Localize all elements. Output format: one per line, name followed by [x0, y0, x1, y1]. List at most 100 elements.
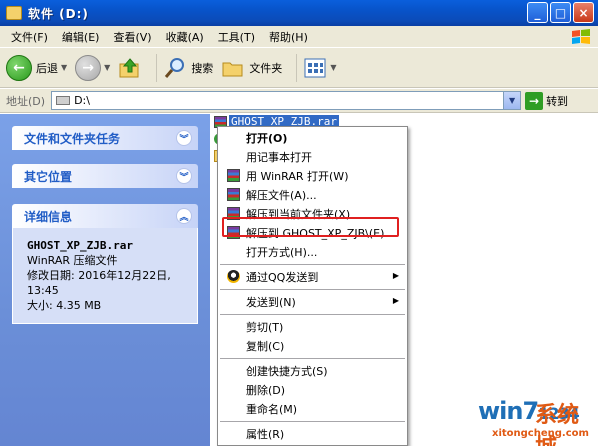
folder-icon: [222, 62, 243, 76]
menu-send-to-label: 发送到(N): [246, 295, 296, 309]
menu-open-winrar-label: 用 WinRAR 打开(W): [246, 169, 349, 183]
menu-help[interactable]: 帮助(H): [262, 29, 315, 45]
chevron-up-icon[interactable]: ︽: [176, 208, 192, 224]
menu-separator: [220, 314, 405, 315]
menu-create-shortcut[interactable]: 创建快捷方式(S): [218, 361, 407, 380]
up-folder-icon: [119, 57, 139, 77]
menu-copy[interactable]: 复制(C): [218, 336, 407, 355]
menu-open-notepad[interactable]: 用记事本打开: [218, 147, 407, 166]
menu-extract-files[interactable]: 解压文件(A)...: [218, 185, 407, 204]
address-value: D:\: [74, 94, 90, 107]
details-modified-time: 13:45: [27, 284, 59, 297]
menu-cut[interactable]: 剪切(T): [218, 317, 407, 336]
menu-rename[interactable]: 重命名(M): [218, 399, 407, 418]
views-dropdown-icon[interactable]: ▼: [330, 63, 336, 72]
menu-open[interactable]: 打开(O): [218, 128, 407, 147]
other-places-panel: 其它位置 ︾: [12, 164, 198, 188]
menu-open-label: 打开(O): [246, 131, 288, 145]
go-arrow-icon: →: [525, 91, 544, 110]
menu-properties-label: 属性(R): [246, 427, 285, 441]
chevron-down-icon[interactable]: ︾: [176, 168, 192, 184]
winrar-icon: [227, 169, 240, 182]
back-label: 后退: [36, 61, 58, 75]
folders-label: 文件夹: [249, 61, 283, 75]
forward-button[interactable]: → ▼: [75, 54, 110, 81]
other-places-title: 其它位置: [24, 169, 73, 184]
menu-favorites[interactable]: 收藏(A): [159, 29, 211, 45]
menu-open-with-label: 打开方式(H)...: [246, 245, 318, 259]
go-button[interactable]: → 转到: [525, 91, 569, 110]
address-input[interactable]: D:\ ▼: [51, 91, 522, 110]
details-modified: 修改日期: 2016年12月22日,: [27, 269, 171, 282]
title-bar[interactable]: 软件 (D:) _ □ ×: [0, 0, 598, 26]
back-dropdown-icon[interactable]: ▼: [61, 63, 67, 72]
minimize-button[interactable]: _: [527, 2, 548, 23]
search-label: 搜索: [191, 61, 214, 75]
menu-send-via-qq-label: 通过QQ发送到: [246, 270, 319, 284]
window-title: 软件 (D:): [28, 6, 89, 21]
menu-edit[interactable]: 编辑(E): [55, 29, 107, 45]
views-grid-icon: [304, 58, 326, 77]
forward-dropdown-icon[interactable]: ▼: [104, 63, 110, 72]
menu-separator: [220, 264, 405, 265]
drive-folder-icon: [6, 6, 22, 20]
details-panel: 详细信息 ︽ GHOST_XP_ZJB.rar WinRAR 压缩文件 修改日期…: [12, 204, 198, 324]
menu-view[interactable]: 查看(V): [106, 29, 158, 45]
details-type: WinRAR 压缩文件: [27, 254, 118, 267]
search-icon: [165, 57, 185, 78]
menu-separator: [220, 289, 405, 290]
details-body: GHOST_XP_ZJB.rar WinRAR 压缩文件 修改日期: 2016年…: [12, 228, 198, 324]
annotation-highlight-box: [222, 217, 399, 237]
other-places-header[interactable]: 其它位置 ︾: [12, 164, 198, 188]
menu-create-shortcut-label: 创建快捷方式(S): [246, 364, 328, 378]
winrar-icon: [227, 188, 240, 201]
forward-arrow-icon: →: [75, 54, 102, 81]
go-label: 转到: [546, 94, 569, 108]
maximize-button[interactable]: □: [550, 2, 571, 23]
menu-properties[interactable]: 属性(R): [218, 424, 407, 443]
drive-icon: [56, 96, 71, 105]
chevron-down-icon[interactable]: ︾: [176, 130, 192, 146]
menu-rename-label: 重命名(M): [246, 402, 298, 416]
up-folder-button[interactable]: [118, 56, 142, 80]
menu-send-to[interactable]: 发送到(N) ▶: [218, 292, 407, 311]
details-filename: GHOST_XP_ZJB.rar: [27, 239, 133, 252]
watermark-url: xitongcheng.com: [492, 428, 589, 439]
menu-delete[interactable]: 删除(D): [218, 380, 407, 399]
file-folder-tasks-header[interactable]: 文件和文件夹任务 ︾: [12, 126, 198, 150]
menu-extract-files-label: 解压文件(A)...: [246, 188, 317, 202]
submenu-arrow-icon: ▶: [392, 271, 399, 280]
address-label: 地址(D): [6, 94, 46, 108]
details-size: 大小: 4.35 MB: [27, 299, 102, 312]
file-folder-tasks-title: 文件和文件夹任务: [24, 131, 121, 146]
folders-button[interactable]: 文件夹: [221, 56, 282, 80]
toolbar-separator: [156, 53, 158, 82]
menu-file[interactable]: 文件(F): [4, 29, 55, 45]
qq-penguin-icon: [227, 270, 240, 283]
menu-bar: 文件(F) 编辑(E) 查看(V) 收藏(A) 工具(T) 帮助(H): [0, 26, 598, 48]
details-header[interactable]: 详细信息 ︽: [12, 204, 198, 228]
search-button[interactable]: 搜索: [163, 56, 213, 80]
menu-open-winrar[interactable]: 用 WinRAR 打开(W): [218, 166, 407, 185]
toolbar-separator: [296, 53, 298, 82]
menu-cut-label: 剪切(T): [246, 320, 284, 334]
menu-send-via-qq[interactable]: 通过QQ发送到 ▶: [218, 267, 407, 286]
menu-delete-label: 删除(D): [246, 383, 286, 397]
task-pane: 文件和文件夹任务 ︾ 其它位置 ︾ 详细信息 ︽ GHOST_XP_ZJB.ra…: [0, 114, 210, 446]
menu-separator: [220, 358, 405, 359]
context-menu: 打开(O) 用记事本打开 用 WinRAR 打开(W) 解压文件(A)... 解…: [217, 126, 408, 446]
toolbar: ← 后退 ▼ → ▼ 搜索 文件夹 ▼: [0, 48, 598, 88]
close-button[interactable]: ×: [573, 2, 594, 23]
back-arrow-icon: ←: [6, 54, 32, 81]
details-title: 详细信息: [24, 209, 73, 224]
back-button[interactable]: ← 后退 ▼: [6, 54, 67, 81]
address-dropdown-icon[interactable]: ▼: [503, 92, 521, 109]
menu-tools[interactable]: 工具(T): [211, 29, 262, 45]
address-bar: 地址(D) D:\ ▼ → 转到: [0, 89, 598, 113]
menu-open-notepad-label: 用记事本打开: [246, 150, 312, 164]
windows-logo-icon: [572, 29, 590, 44]
submenu-arrow-icon: ▶: [392, 296, 399, 305]
views-button[interactable]: ▼: [303, 57, 336, 79]
menu-copy-label: 复制(C): [246, 339, 285, 353]
menu-open-with[interactable]: 打开方式(H)...: [218, 242, 407, 261]
